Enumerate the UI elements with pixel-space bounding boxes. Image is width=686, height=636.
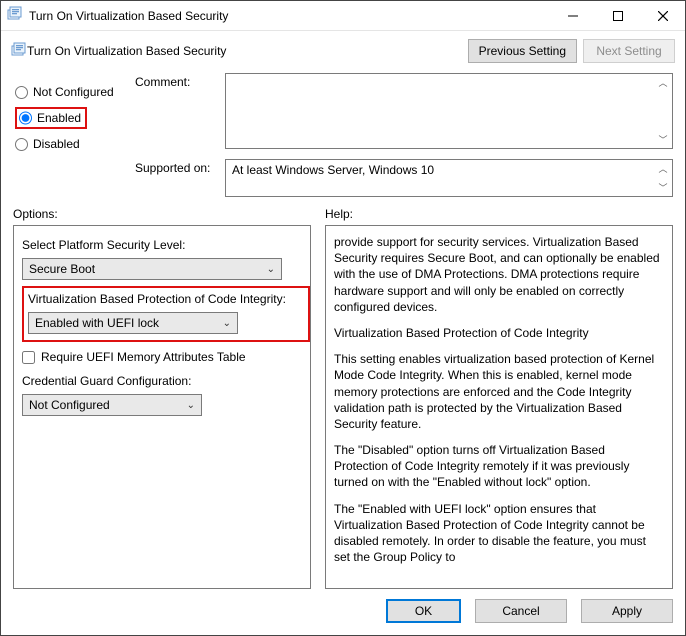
vbpci-highlight: Virtualization Based Protection of Code … (22, 286, 310, 342)
radio-label: Enabled (37, 111, 81, 125)
scroll-up-icon[interactable]: ︿ (655, 76, 671, 89)
vbpci-label: Virtualization Based Protection of Code … (28, 292, 302, 306)
vbpci-select[interactable]: Enabled with UEFI lock ⌄ (28, 312, 238, 334)
radio-not-configured[interactable]: Not Configured (13, 81, 133, 103)
header-row: Turn On Virtualization Based Security Pr… (1, 31, 685, 67)
require-uefi-checkbox[interactable]: Require UEFI Memory Attributes Table (22, 350, 302, 364)
dialog-window: Turn On Virtualization Based Security Tu… (0, 0, 686, 636)
radio-disabled-input[interactable] (15, 138, 28, 151)
titlebar: Turn On Virtualization Based Security (1, 1, 685, 31)
pane-labels: Options: Help: (1, 197, 685, 225)
supported-on-field: At least Windows Server, Windows 10 ︿ ﹀ (225, 159, 673, 197)
radio-enabled[interactable]: Enabled (15, 107, 87, 129)
options-label: Options: (13, 207, 325, 221)
radio-label: Not Configured (33, 85, 114, 99)
supported-on-value: At least Windows Server, Windows 10 (232, 163, 434, 177)
radio-not-configured-input[interactable] (15, 86, 28, 99)
config-section: Not Configured Enabled Disabled Comment:… (1, 67, 685, 197)
scroll-up-icon[interactable]: ︿ (655, 162, 671, 175)
minimize-button[interactable] (550, 1, 595, 30)
comment-textarea[interactable]: ︿ ﹀ (225, 73, 673, 149)
supported-label: Supported on: (135, 159, 225, 175)
help-pane: provide support for security services. V… (325, 225, 673, 589)
scroll-down-icon[interactable]: ﹀ (655, 133, 671, 146)
chevron-down-icon: ⌄ (223, 318, 231, 329)
help-heading: Virtualization Based Protection of Code … (334, 325, 660, 341)
scroll-down-icon[interactable]: ﹀ (655, 181, 671, 194)
state-radios: Not Configured Enabled Disabled (13, 73, 133, 155)
radio-label: Disabled (33, 137, 80, 151)
panes-row: Select Platform Security Level: Secure B… (1, 225, 685, 589)
help-label: Help: (325, 207, 353, 221)
policy-icon (7, 6, 23, 25)
options-pane: Select Platform Security Level: Secure B… (13, 225, 311, 589)
combo-value: Not Configured (29, 398, 110, 412)
credguard-select[interactable]: Not Configured ⌄ (22, 394, 202, 416)
maximize-button[interactable] (595, 1, 640, 30)
close-button[interactable] (640, 1, 685, 30)
combo-value: Secure Boot (29, 262, 95, 276)
dialog-footer: OK Cancel Apply (1, 589, 685, 635)
help-text-scroll[interactable]: provide support for security services. V… (334, 234, 664, 580)
help-paragraph: The "Disabled" option turns off Virtuali… (334, 442, 660, 491)
ok-button[interactable]: OK (386, 599, 461, 623)
radio-enabled-input[interactable] (19, 111, 32, 125)
previous-setting-button[interactable]: Previous Setting (468, 39, 577, 63)
radio-disabled[interactable]: Disabled (13, 133, 133, 155)
next-setting-button[interactable]: Next Setting (583, 39, 675, 63)
chevron-down-icon: ⌄ (267, 264, 275, 275)
platform-level-label: Select Platform Security Level: (22, 238, 302, 252)
metadata-fields: Comment: ︿ ﹀ Supported on: At least Wind… (133, 73, 673, 197)
help-paragraph: This setting enables virtualization base… (334, 351, 660, 432)
credguard-label: Credential Guard Configuration: (22, 374, 302, 388)
checkbox-label: Require UEFI Memory Attributes Table (41, 350, 246, 364)
cancel-button[interactable]: Cancel (475, 599, 567, 623)
policy-title: Turn On Virtualization Based Security (27, 44, 462, 58)
comment-label: Comment: (135, 73, 225, 89)
help-paragraph: provide support for security services. V… (334, 234, 660, 315)
help-paragraph: The "Enabled with UEFI lock" option ensu… (334, 501, 660, 566)
require-uefi-checkbox-input[interactable] (22, 351, 35, 364)
policy-icon (11, 42, 27, 61)
window-title: Turn On Virtualization Based Security (29, 9, 550, 23)
platform-level-select[interactable]: Secure Boot ⌄ (22, 258, 282, 280)
chevron-down-icon: ⌄ (187, 400, 195, 411)
combo-value: Enabled with UEFI lock (35, 316, 159, 330)
apply-button[interactable]: Apply (581, 599, 673, 623)
